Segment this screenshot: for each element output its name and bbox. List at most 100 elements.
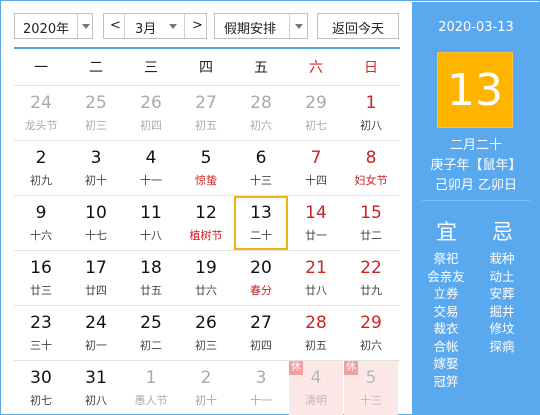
date-cell[interactable]: 12 植树节: [179, 196, 233, 250]
date-cell[interactable]: 29 初六: [344, 306, 398, 360]
lunar-label: 初三: [195, 339, 217, 352]
date-cell[interactable]: 24 初一: [69, 306, 123, 360]
lunar-label: 十三: [360, 394, 382, 407]
date-cell[interactable]: 休 5 十三: [344, 361, 398, 415]
lunar-label: 廿六: [195, 284, 217, 297]
date-cell[interactable]: 3 十一: [234, 361, 288, 415]
date-cell[interactable]: 4 十一: [124, 141, 178, 195]
date-cell[interactable]: 30 初七: [14, 361, 68, 415]
date-cell[interactable]: 28 初六: [234, 86, 288, 140]
day-number: 2: [200, 368, 212, 388]
date-cell[interactable]: 26 初三: [179, 306, 233, 360]
lunar-label: 初二: [140, 339, 162, 352]
calendar-main: 2020年 < 3月 > 假期安排 返回今天 一 二 三 四 五 六 日 24 …: [2, 2, 412, 415]
day-detail-panel: 2020-03-13 13 二月二十 庚子年【鼠年】 己卯月 乙卯日 宜 忌 祭…: [412, 2, 540, 414]
date-cell[interactable]: 1 愚人节: [124, 361, 178, 415]
lunar-label: 愚人节: [134, 394, 168, 407]
day-number: 4: [145, 148, 157, 168]
day-number: 17: [85, 258, 107, 278]
date-cell[interactable]: 29 初七: [289, 86, 343, 140]
next-month-button[interactable]: >: [192, 18, 203, 33]
lunar-label: 清明: [305, 394, 327, 407]
lunar-label: 初五: [305, 339, 327, 352]
month-value[interactable]: 3月: [135, 18, 156, 37]
date-cell[interactable]: 3 初十: [69, 141, 123, 195]
date-cell[interactable]: 26 初四: [124, 86, 178, 140]
date-cell[interactable]: 15 廿二: [344, 196, 398, 250]
holiday-select[interactable]: 假期安排: [214, 13, 308, 39]
panel-divider: [422, 200, 530, 201]
yi-item: 交易: [433, 303, 459, 319]
date-cell[interactable]: 6 十三: [234, 141, 288, 195]
ji-list: 栽种 动土 安葬 掘井 修坟 探病: [480, 250, 524, 355]
yi-item: 立券: [433, 286, 459, 301]
date-cell[interactable]: 22 廿九: [344, 251, 398, 305]
date-cell[interactable]: 27 初五: [179, 86, 233, 140]
yi-list: 祭祀 会亲友 立券 交易 裁衣 合帐 嫁娶 冠笄: [424, 250, 468, 390]
calendar-window: 2020年 < 3月 > 假期安排 返回今天 一 二 三 四 五 六 日 24 …: [0, 0, 540, 415]
day-number: 26: [140, 93, 162, 113]
date-cell[interactable]: 31 初八: [69, 361, 123, 415]
date-cell[interactable]: 16 廿三: [14, 251, 68, 305]
year-select[interactable]: 2020年: [14, 13, 93, 39]
day-number: 13: [250, 203, 272, 223]
date-cell[interactable]: 19 廿六: [179, 251, 233, 305]
date-cell[interactable]: 2 初十: [179, 361, 233, 415]
date-cell[interactable]: 5 惊蛰: [179, 141, 233, 195]
lunar-label: 妇女节: [354, 174, 388, 187]
day-number: 22: [360, 258, 382, 278]
day-number: 15: [360, 203, 382, 223]
back-to-today-button[interactable]: 返回今天: [317, 13, 399, 39]
yi-item: 合帐: [433, 338, 459, 354]
lunar-label: 二十: [250, 229, 272, 242]
ji-title: 忌: [492, 220, 513, 244]
lunar-label: 初十: [85, 174, 107, 187]
weekday-wed: 三: [144, 60, 158, 76]
date-cell[interactable]: 休 4 清明: [289, 361, 343, 415]
yi-item: 祭祀: [433, 251, 459, 266]
date-cell[interactable]: 9 十六: [14, 196, 68, 250]
chevron-down-icon[interactable]: [169, 24, 177, 29]
day-number: 23: [30, 313, 52, 333]
day-number: 3: [255, 368, 267, 388]
day-number: 7: [310, 148, 322, 168]
date-cell[interactable]: 27 初四: [234, 306, 288, 360]
date-cell-today[interactable]: 13 二十: [234, 196, 288, 250]
lunar-label: 初七: [305, 119, 327, 132]
day-number: 27: [195, 93, 217, 113]
lunar-label: 初十: [195, 394, 217, 407]
prev-month-button[interactable]: <: [110, 18, 121, 33]
date-cell[interactable]: 1 初八: [344, 86, 398, 140]
date-cell[interactable]: 14 廿一: [289, 196, 343, 250]
date-cell[interactable]: 25 初二: [124, 306, 178, 360]
date-cell[interactable]: 20 春分: [234, 251, 288, 305]
date-cell[interactable]: 28 初五: [289, 306, 343, 360]
date-cell[interactable]: 10 十七: [69, 196, 123, 250]
date-cell[interactable]: 23 三十: [14, 306, 68, 360]
day-number: 29: [305, 93, 327, 113]
day-number: 12: [195, 203, 217, 223]
date-cell[interactable]: 11 十八: [124, 196, 178, 250]
day-number: 5: [365, 368, 377, 388]
lunar-label: 廿八: [305, 284, 327, 297]
back-to-today-label: 返回今天: [331, 22, 384, 37]
day-number: 29: [360, 313, 382, 333]
day-number: 26: [195, 313, 217, 333]
big-day-number: 13: [437, 52, 513, 128]
date-cell[interactable]: 8 妇女节: [344, 141, 398, 195]
date-cell[interactable]: 25 初三: [69, 86, 123, 140]
ganzhi-year: 庚子年【鼠年】: [430, 158, 522, 173]
day-number: 28: [305, 313, 327, 333]
date-cell[interactable]: 21 廿八: [289, 251, 343, 305]
date-cell[interactable]: 17 廿四: [69, 251, 123, 305]
ji-item: 动土: [489, 268, 515, 284]
yi-item: 嫁娶: [433, 356, 459, 371]
date-cell[interactable]: 18 廿五: [124, 251, 178, 305]
month-navigator: < 3月 >: [103, 13, 207, 39]
lunar-date: 二月二十: [449, 138, 502, 153]
day-number: 4: [310, 368, 322, 388]
date-cell[interactable]: 2 初九: [14, 141, 68, 195]
yi-item: 裁衣: [433, 321, 459, 336]
date-cell[interactable]: 7 十四: [289, 141, 343, 195]
date-cell[interactable]: 24 龙头节: [14, 86, 68, 140]
